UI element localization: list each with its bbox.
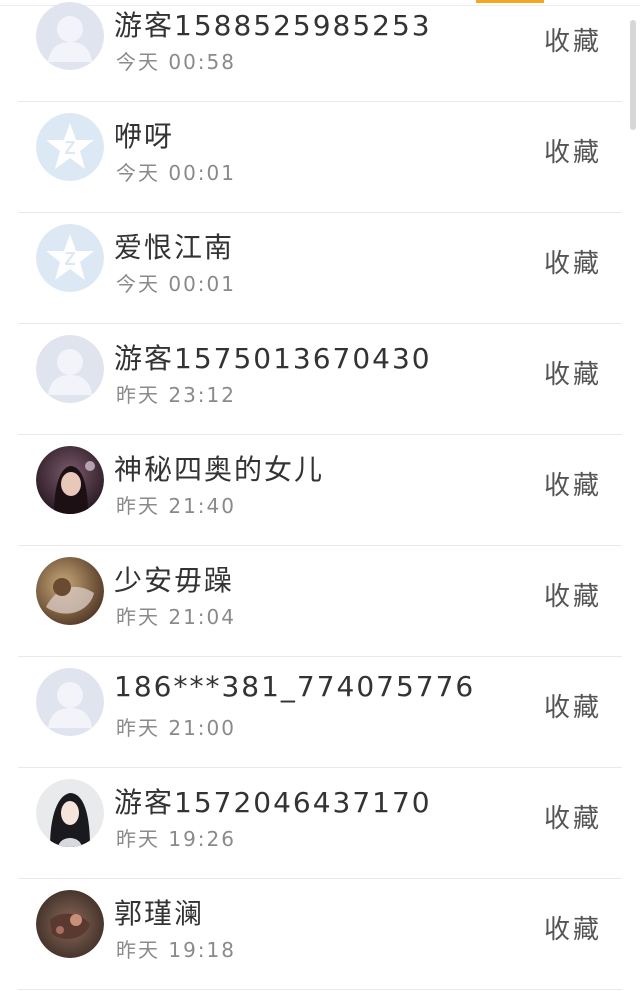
qq-star-icon[interactable]: Z — [36, 113, 104, 181]
visit-time: 今天 00:58 — [116, 50, 236, 74]
favorite-button[interactable]: 收藏 — [544, 687, 602, 724]
visit-time: 昨天 21:40 — [116, 494, 236, 518]
default-person-icon[interactable] — [36, 668, 104, 736]
favorite-button[interactable]: 收藏 — [544, 132, 602, 169]
user-name: 186***381_774075776 — [114, 670, 476, 703]
divider — [18, 989, 622, 990]
default-person-icon[interactable] — [36, 2, 104, 70]
list-item[interactable]: 神秘四奥的女儿 昨天 21:40 收藏 — [0, 435, 640, 546]
favorite-button[interactable]: 收藏 — [544, 465, 602, 502]
user-name: 少安毋躁 — [114, 564, 235, 597]
favorite-button[interactable]: 收藏 — [544, 354, 602, 391]
photo-avatar[interactable] — [36, 446, 104, 514]
favorite-button[interactable]: 收藏 — [544, 576, 602, 613]
visit-time: 今天 00:01 — [116, 272, 236, 296]
visit-time: 今天 00:01 — [116, 161, 236, 185]
list-item[interactable]: 郭瑾澜 昨天 19:18 收藏 — [0, 879, 640, 990]
visit-time: 昨天 21:00 — [116, 716, 236, 740]
visit-time: 昨天 21:04 — [116, 605, 236, 629]
favorite-button[interactable]: 收藏 — [544, 909, 602, 946]
list-item[interactable]: 少安毋躁 昨天 21:04 收藏 — [0, 546, 640, 657]
list-item[interactable]: 186***381_774075776 昨天 21:00 收藏 — [0, 657, 640, 768]
list-item[interactable]: 游客1588525985253 今天 00:58 收藏 — [0, 0, 640, 102]
list-item[interactable]: Z 爱恨江南 今天 00:01 收藏 — [0, 213, 640, 324]
svg-text:Z: Z — [65, 138, 76, 158]
favorite-button[interactable]: 收藏 — [544, 21, 602, 58]
photo-avatar[interactable] — [36, 890, 104, 958]
user-name: 游客1588525985253 — [114, 9, 432, 42]
list-item[interactable]: 游客1572046437170 昨天 19:26 收藏 — [0, 768, 640, 879]
list-item[interactable]: 游客1575013670430 昨天 23:12 收藏 — [0, 324, 640, 435]
visit-time: 昨天 19:26 — [116, 827, 236, 851]
visit-time: 昨天 19:18 — [116, 938, 236, 962]
user-name: 爱恨江南 — [114, 231, 235, 264]
visit-time: 昨天 23:12 — [116, 383, 236, 407]
photo-avatar[interactable] — [36, 557, 104, 625]
favorite-button[interactable]: 收藏 — [544, 243, 602, 280]
qq-star-icon[interactable]: Z — [36, 224, 104, 292]
scrollbar[interactable] — [630, 20, 636, 130]
favorite-button[interactable]: 收藏 — [544, 798, 602, 835]
user-name: 游客1572046437170 — [114, 786, 432, 819]
user-name: 咿呀 — [114, 120, 175, 153]
photo-avatar[interactable] — [36, 779, 104, 847]
user-name: 神秘四奥的女儿 — [114, 453, 325, 486]
default-person-icon[interactable] — [36, 335, 104, 403]
user-name: 郭瑾澜 — [114, 897, 205, 930]
list-item[interactable]: Z 咿呀 今天 00:01 收藏 — [0, 102, 640, 213]
user-name: 游客1575013670430 — [114, 342, 432, 375]
svg-text:Z: Z — [65, 249, 76, 269]
